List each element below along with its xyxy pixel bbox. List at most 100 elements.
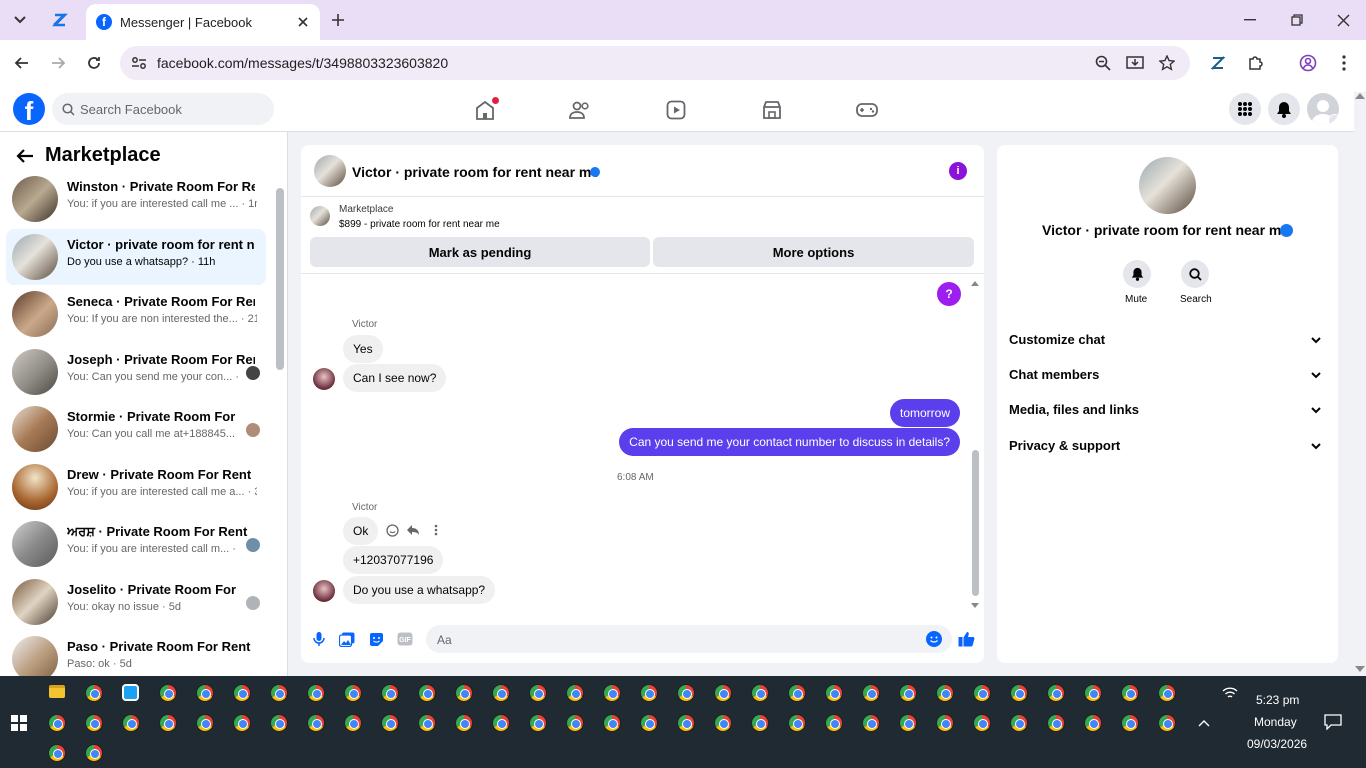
chrome-taskbar-icon[interactable] [1010, 714, 1028, 732]
chrome-taskbar-icon[interactable] [566, 714, 584, 732]
chrome-taskbar-icon[interactable] [529, 684, 547, 702]
browser-tab-messenger[interactable]: f Messenger | Facebook [86, 4, 320, 40]
search-in-chat-icon[interactable] [1181, 260, 1209, 288]
chrome-taskbar-icon[interactable] [270, 714, 288, 732]
chrome-taskbar-icon[interactable] [307, 684, 325, 702]
chrome-taskbar-icon[interactable] [751, 714, 769, 732]
home-icon[interactable] [473, 97, 499, 122]
chrome-taskbar-icon[interactable] [233, 714, 251, 732]
facebook-search-input[interactable]: Search Facebook [52, 93, 274, 125]
chrome-taskbar-icon[interactable] [862, 714, 880, 732]
chrome-taskbar-icon[interactable] [1158, 684, 1176, 702]
react-emoji-icon[interactable] [384, 522, 400, 538]
listing-thumbnail[interactable] [310, 206, 330, 226]
chrome-taskbar-icon[interactable] [603, 684, 621, 702]
chrome-taskbar-icon[interactable] [1047, 684, 1065, 702]
chrome-taskbar-icon[interactable] [85, 744, 103, 762]
chrome-taskbar-icon[interactable] [85, 684, 103, 702]
help-badge[interactable]: ? [937, 282, 961, 306]
chrome-taskbar-icon[interactable] [48, 714, 66, 732]
conversation-item[interactable]: Joseph · Private Room For Rent You: Can … [6, 344, 266, 400]
thumbs-up-icon[interactable] [956, 629, 976, 649]
chrome-taskbar-icon[interactable] [603, 714, 621, 732]
chrome-taskbar-icon[interactable] [159, 714, 177, 732]
chrome-taskbar-icon[interactable] [529, 714, 547, 732]
message-bubble-outgoing[interactable]: Can you send me your contact number to d… [619, 428, 960, 456]
zoom-icon[interactable] [1094, 54, 1112, 72]
chrome-taskbar-icon[interactable] [899, 714, 917, 732]
message-bubble-outgoing[interactable]: tomorrow [889, 399, 960, 427]
chrome-taskbar-icon[interactable] [122, 714, 140, 732]
conversation-item[interactable]: Stormie · Private Room For R... You: Can… [6, 401, 266, 457]
scroll-up-icon[interactable] [970, 279, 980, 287]
mute-bell-icon[interactable] [1123, 260, 1151, 288]
chrome-taskbar-icon[interactable] [344, 684, 362, 702]
gaming-icon[interactable] [855, 98, 879, 122]
chrome-taskbar-icon[interactable] [492, 684, 510, 702]
chrome-taskbar-icon[interactable] [751, 684, 769, 702]
message-composer[interactable]: Aa [426, 625, 952, 653]
chrome-taskbar-icon[interactable] [1084, 684, 1102, 702]
chrome-taskbar-icon[interactable] [640, 714, 658, 732]
chrome-taskbar-icon[interactable] [788, 684, 806, 702]
notifications-bell-icon[interactable] [1268, 93, 1300, 125]
bookmark-star-icon[interactable] [1158, 54, 1176, 72]
back-icon[interactable] [12, 53, 32, 73]
chrome-taskbar-icon[interactable] [862, 684, 880, 702]
clock-day[interactable]: Monday [1254, 715, 1297, 729]
chrome-taskbar-icon[interactable] [566, 684, 584, 702]
mark-as-pending-button[interactable]: Mark as pending [310, 237, 650, 267]
chrome-taskbar-icon[interactable] [1047, 714, 1065, 732]
message-bubble-incoming[interactable]: Ok [343, 517, 379, 545]
extension-vpn-icon[interactable] [1208, 53, 1228, 73]
chrome-taskbar-icon[interactable] [381, 684, 399, 702]
conversation-item-active[interactable]: Victor · private room for rent ne... Do … [6, 229, 266, 285]
show-hidden-icons-chevron-up-icon[interactable] [1195, 714, 1213, 732]
more-actions-icon[interactable] [428, 522, 444, 538]
chrome-taskbar-icon[interactable] [1121, 714, 1139, 732]
chat-title[interactable]: Victor · private room for rent near me [352, 164, 599, 180]
chrome-taskbar-icon[interactable] [677, 714, 695, 732]
network-icon[interactable] [1221, 684, 1239, 702]
close-tab-icon[interactable] [296, 15, 310, 29]
browser-menu-icon[interactable] [1334, 53, 1354, 73]
conversation-item[interactable]: Joselito · Private Room For R... You: ok… [6, 574, 266, 630]
chrome-taskbar-icon[interactable] [270, 684, 288, 702]
app-icon[interactable] [122, 684, 139, 701]
scroll-down-icon[interactable] [970, 601, 980, 609]
restore-icon[interactable] [1287, 10, 1307, 30]
forward-icon[interactable] [48, 53, 68, 73]
chrome-taskbar-icon[interactable] [973, 714, 991, 732]
start-windows-icon[interactable] [10, 714, 28, 732]
message-bubble-incoming[interactable]: Yes [343, 335, 383, 363]
profile-icon[interactable] [1298, 53, 1318, 73]
chat-scrollbar[interactable] [972, 450, 979, 596]
reply-icon[interactable] [405, 522, 421, 538]
install-app-icon[interactable] [1126, 54, 1144, 72]
marketplace-icon[interactable] [760, 98, 784, 122]
address-bar[interactable]: facebook.com/messages/t/3498803323603820 [120, 46, 1190, 80]
chrome-taskbar-icon[interactable] [1084, 714, 1102, 732]
conversation-item[interactable]: Seneca · Private Room For Rent You: If y… [6, 286, 266, 342]
chrome-taskbar-icon[interactable] [973, 684, 991, 702]
menu-grid-icon[interactable] [1229, 93, 1261, 125]
conversation-info-icon[interactable]: i [949, 162, 967, 180]
chrome-taskbar-icon[interactable] [788, 714, 806, 732]
chrome-taskbar-icon[interactable] [640, 684, 658, 702]
tab-search-dropdown-icon[interactable] [10, 11, 30, 29]
clock-time[interactable]: 5:23 pm [1256, 693, 1299, 707]
facebook-logo-icon[interactable]: f [13, 93, 45, 125]
chrome-taskbar-icon[interactable] [418, 714, 436, 732]
chrome-taskbar-icon[interactable] [159, 684, 177, 702]
message-bubble-incoming[interactable]: Can I see now? [343, 364, 447, 392]
chrome-taskbar-icon[interactable] [1121, 684, 1139, 702]
chrome-taskbar-icon[interactable] [714, 714, 732, 732]
chrome-taskbar-icon[interactable] [455, 714, 473, 732]
chrome-taskbar-icon[interactable] [233, 684, 251, 702]
conversation-list-scrollbar[interactable] [276, 188, 284, 370]
chrome-taskbar-icon[interactable] [936, 684, 954, 702]
message-bubble-incoming[interactable]: Do you use a whatsapp? [343, 576, 496, 604]
file-explorer-icon[interactable] [49, 685, 65, 698]
chrome-taskbar-icon[interactable] [455, 684, 473, 702]
video-icon[interactable] [664, 98, 688, 122]
